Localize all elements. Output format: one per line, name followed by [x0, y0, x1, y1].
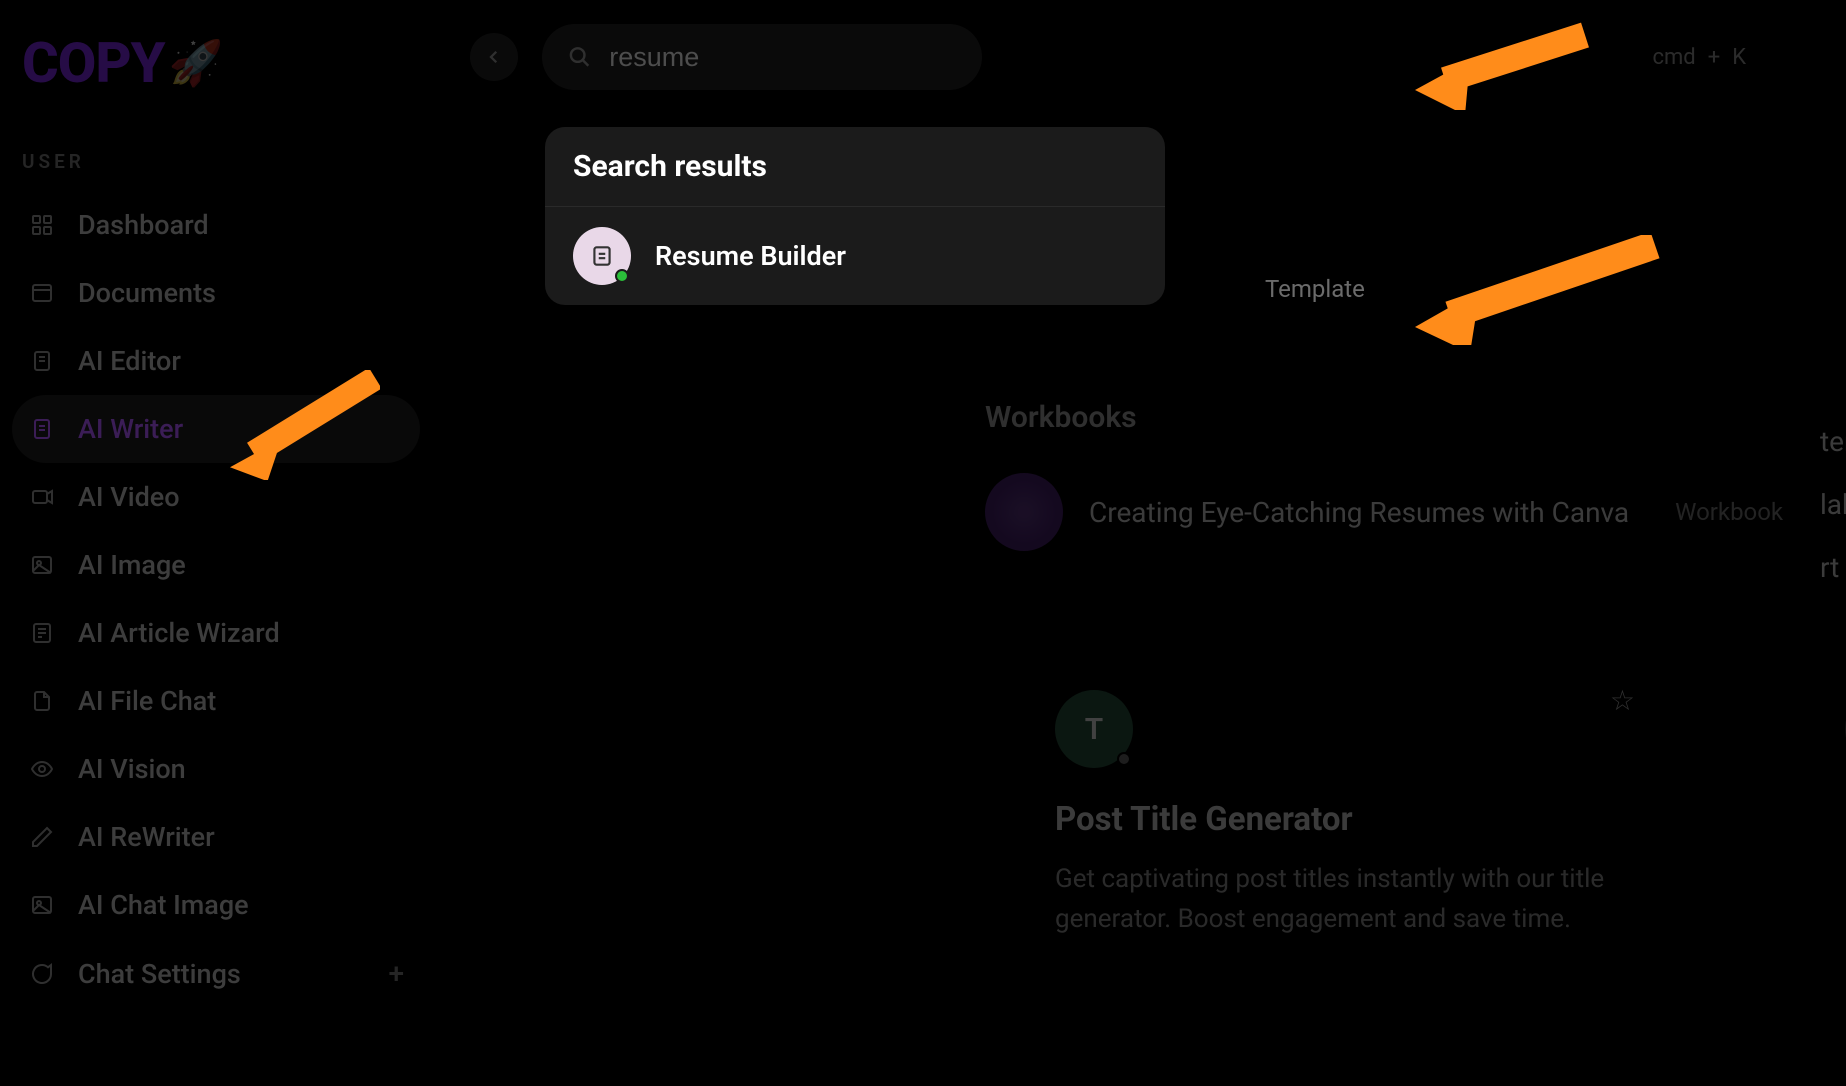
file-icon: [28, 689, 56, 713]
chevron-left-icon: [485, 48, 503, 66]
results-header: Search results: [545, 127, 1165, 207]
back-button[interactable]: [470, 33, 518, 81]
workbook-row[interactable]: Creating Eye-Catching Resumes with Canva…: [985, 473, 1783, 551]
archive-icon: [28, 281, 56, 305]
card-letter: T: [1085, 712, 1103, 747]
sidebar-item-ai-video[interactable]: AI Video: [12, 463, 420, 531]
sidebar-item-label: Documents: [78, 277, 216, 309]
card-title: Post Title Generator: [1055, 800, 1675, 839]
sidebar-item-ai-vision[interactable]: AI Vision: [12, 735, 420, 803]
result-avatar: [573, 227, 631, 285]
status-dot: [615, 269, 629, 283]
tag-item[interactable]: ter: [1820, 425, 1846, 458]
star-icon[interactable]: ☆: [1610, 684, 1635, 717]
video-icon: [28, 485, 56, 509]
sidebar-item-ai-article-wizard[interactable]: AI Article Wizard: [12, 599, 420, 667]
chat-icon: [28, 962, 56, 986]
sidebar-item-ai-editor[interactable]: AI Editor: [12, 327, 420, 395]
document-icon: [589, 243, 615, 269]
brand-name: COPY: [22, 30, 165, 96]
sidebar-item-ai-writer[interactable]: AI Writer: [12, 395, 420, 463]
sidebar-item-label: AI Writer: [78, 413, 183, 445]
eye-icon: [28, 757, 56, 781]
shortcut-plus: +: [1708, 45, 1720, 70]
sidebar-item-ai-file-chat[interactable]: AI File Chat: [12, 667, 420, 735]
workbooks-heading: Workbooks: [985, 400, 1783, 435]
keyboard-shortcut-hint: cmd + K: [1652, 45, 1806, 70]
card-avatar: T: [1055, 690, 1133, 768]
workbooks-section: Workbooks Creating Eye-Catching Resumes …: [985, 400, 1783, 551]
rocket-icon: 🚀: [169, 37, 224, 89]
tag-item[interactable]: laker: [1820, 488, 1846, 521]
sidebar-section-label: USER: [22, 150, 420, 173]
sidebar-item-label: AI Chat Image: [78, 889, 249, 921]
template-cards: ☆ T Post Title Generator Get captivating…: [1055, 690, 1846, 940]
sidebar-item-ai-image[interactable]: AI Image: [12, 531, 420, 599]
search-box[interactable]: [542, 24, 982, 90]
search-input[interactable]: [609, 42, 956, 73]
card-description: Get captivating post titles instantly wi…: [1055, 859, 1675, 940]
grid-icon: [28, 213, 56, 237]
sidebar-item-label: AI Image: [78, 549, 186, 581]
shortcut-key: K: [1732, 45, 1746, 70]
tag-item[interactable]: rt: [1820, 551, 1839, 584]
sidebar-item-ai-chat-image[interactable]: AI Chat Image: [12, 871, 420, 939]
workbook-avatar: [985, 473, 1063, 551]
brand-logo[interactable]: COPY 🚀: [12, 20, 420, 126]
sidebar-item-label: AI Article Wizard: [78, 617, 280, 649]
workbook-title: Creating Eye-Catching Resumes with Canva: [1089, 496, 1629, 529]
pencil-icon: [28, 825, 56, 849]
sidebar-item-dashboard[interactable]: Dashboard: [12, 191, 420, 259]
document-fill-icon: [28, 417, 56, 441]
sidebar-item-chat-settings[interactable]: Chat Settings +: [12, 939, 420, 1008]
sidebar-item-label: Dashboard: [78, 209, 209, 241]
wizard-icon: [28, 621, 56, 645]
sidebar-item-label: Chat Settings: [78, 958, 241, 990]
workbook-type: Workbook: [1675, 498, 1783, 526]
sidebar: COPY 🚀 USER Dashboard Documents AI Edito…: [0, 0, 430, 1086]
search-results-popover: Search results Resume Builder: [545, 127, 1165, 305]
sidebar-item-label: AI Vision: [78, 753, 186, 785]
card-post-title-generator[interactable]: ☆ T Post Title Generator Get captivating…: [1055, 690, 1675, 940]
sidebar-item-label: AI Editor: [78, 345, 181, 377]
sidebar-item-label: AI Video: [78, 481, 180, 513]
sidebar-item-documents[interactable]: Documents: [12, 259, 420, 327]
tag-cloud: ter Website Voiceover laker Languages La…: [1820, 425, 1846, 584]
plus-icon[interactable]: +: [388, 957, 404, 990]
result-title: Resume Builder: [655, 240, 846, 272]
search-icon: [568, 44, 591, 70]
template-badge: Template: [1265, 275, 1365, 303]
result-item-resume-builder[interactable]: Resume Builder: [545, 207, 1165, 305]
sidebar-item-label: AI File Chat: [78, 685, 216, 717]
status-dot: [1117, 752, 1131, 766]
image-icon: [28, 553, 56, 577]
image-icon: [28, 893, 56, 917]
sidebar-item-ai-rewriter[interactable]: AI ReWriter: [12, 803, 420, 871]
document-icon: [28, 349, 56, 373]
sidebar-item-label: AI ReWriter: [78, 821, 215, 853]
shortcut-mod: cmd: [1652, 45, 1695, 70]
topbar: cmd + K: [430, 0, 1846, 90]
